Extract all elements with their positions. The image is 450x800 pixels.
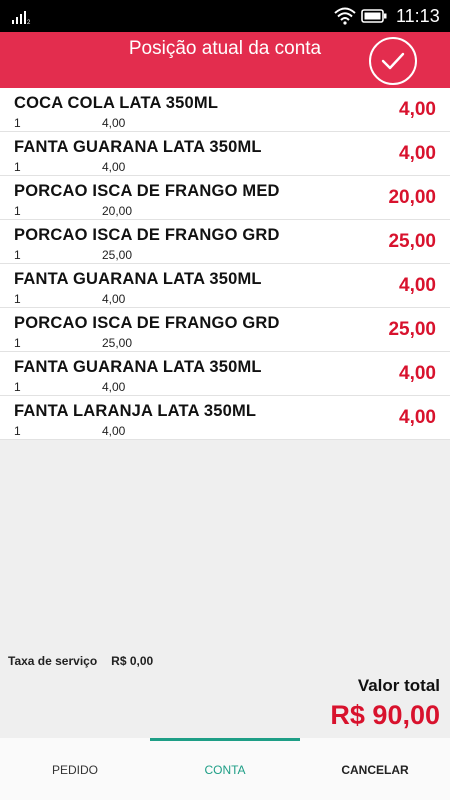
item-unit-price: 4,00	[102, 380, 126, 394]
check-icon	[381, 52, 405, 70]
service-fee-label: Taxa de serviço	[8, 654, 98, 668]
item-unit-price: 4,00	[102, 292, 126, 306]
item-qty: 1	[14, 248, 21, 262]
clock: 11:13	[396, 6, 440, 26]
item-name: PORCAO ISCA DE FRANGO MED	[14, 182, 280, 200]
item-total: 25,00	[388, 319, 436, 340]
item-qty: 1	[14, 160, 21, 174]
item-qty: 1	[14, 116, 21, 130]
total-value: R$ 90,00	[330, 700, 440, 730]
item-unit-price: 4,00	[102, 424, 126, 438]
item-qty: 1	[14, 292, 21, 306]
item-name: PORCAO ISCA DE FRANGO GRD	[14, 226, 280, 244]
item-unit-price: 25,00	[102, 336, 133, 350]
item-unit-price: 4,00	[102, 116, 126, 130]
item-total: 25,00	[388, 231, 436, 252]
item-total: 4,00	[399, 407, 436, 428]
item-name: PORCAO ISCA DE FRANGO GRD	[14, 314, 280, 332]
total-label: Valor total	[357, 676, 440, 695]
item-qty: 1	[14, 336, 21, 350]
item-qty: 1	[14, 204, 21, 218]
list-item[interactable]: PORCAO ISCA DE FRANGO MED 1 20,00 20,00	[0, 176, 450, 220]
svg-text:2: 2	[27, 20, 31, 24]
item-name: FANTA GUARANA LATA 350ML	[14, 138, 262, 156]
service-fee: Taxa de serviço R$ 0,00	[8, 654, 153, 668]
item-total: 20,00	[388, 187, 436, 208]
item-unit-price: 4,00	[102, 160, 126, 174]
item-unit-price: 20,00	[102, 204, 133, 218]
bottom-nav: PEDIDO CONTA CANCELAR	[0, 738, 450, 800]
item-name: FANTA GUARANA LATA 350ML	[14, 358, 262, 376]
status-bar: 2 11:13	[0, 0, 450, 32]
list-item[interactable]: PORCAO ISCA DE FRANGO GRD 1 25,00 25,00	[0, 308, 450, 352]
item-total: 4,00	[399, 99, 436, 120]
list-item[interactable]: FANTA GUARANA LATA 350ML 1 4,00 4,00	[0, 132, 450, 176]
confirm-button[interactable]	[369, 37, 417, 85]
list-item[interactable]: COCA COLA LATA 350ML 1 4,00 4,00	[0, 88, 450, 132]
item-name: FANTA GUARANA LATA 350ML	[14, 270, 262, 288]
item-name: FANTA LARANJA LATA 350ML	[14, 402, 257, 420]
tab-cancelar[interactable]: CANCELAR	[300, 738, 450, 800]
item-unit-price: 25,00	[102, 248, 133, 262]
list-item[interactable]: FANTA GUARANA LATA 350ML 1 4,00 4,00	[0, 352, 450, 396]
signal-icon: 2	[12, 11, 31, 24]
app-header: Posição atual da conta	[0, 32, 450, 88]
item-total: 4,00	[399, 275, 436, 296]
list-item[interactable]: FANTA GUARANA LATA 350ML 1 4,00 4,00	[0, 264, 450, 308]
item-qty: 1	[14, 424, 21, 438]
list-item[interactable]: PORCAO ISCA DE FRANGO GRD 1 25,00 25,00	[0, 220, 450, 264]
order-items-list: COCA COLA LATA 350ML 1 4,00 4,00 FANTA G…	[0, 88, 450, 440]
item-total: 4,00	[399, 143, 436, 164]
item-name: COCA COLA LATA 350ML	[14, 94, 219, 112]
tab-pedido[interactable]: PEDIDO	[0, 738, 150, 800]
list-item[interactable]: FANTA LARANJA LATA 350ML 1 4,00 4,00	[0, 396, 450, 440]
wifi-icon	[334, 7, 356, 25]
service-fee-value: R$ 0,00	[111, 654, 154, 668]
battery-icon	[361, 9, 387, 23]
item-qty: 1	[14, 380, 21, 394]
item-total: 4,00	[399, 363, 436, 384]
tab-conta[interactable]: CONTA	[150, 738, 300, 800]
